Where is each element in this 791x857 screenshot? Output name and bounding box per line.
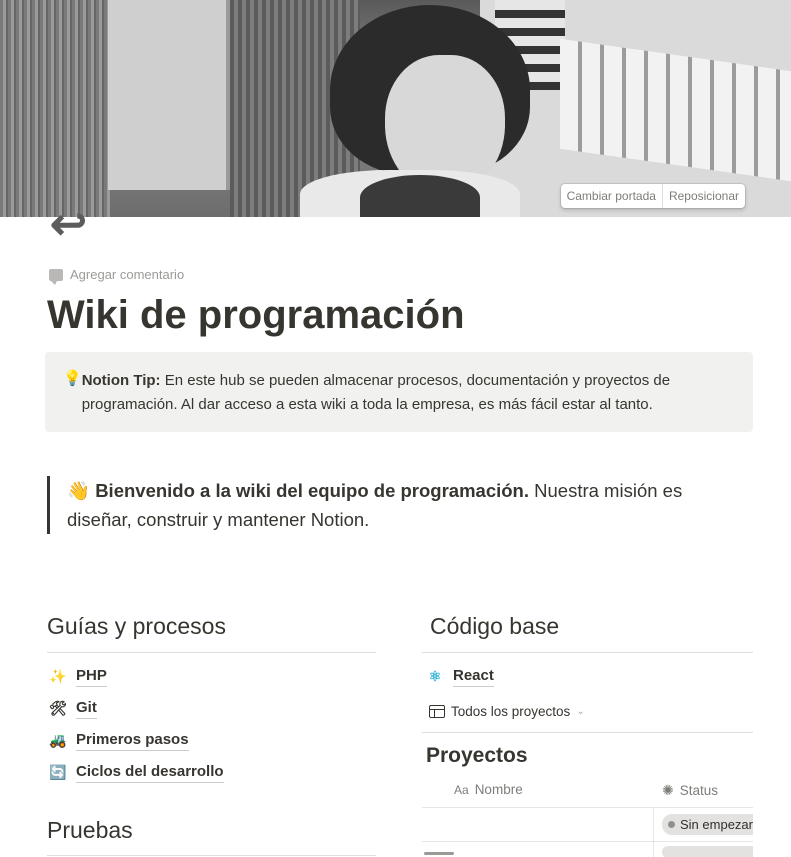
guides-heading[interactable]: Guías y procesos — [47, 613, 376, 653]
page-cover: Cambiar portada Reposicionar — [0, 0, 791, 217]
callout-bold: Notion Tip: — [81, 372, 161, 389]
text-property-icon: Aa — [454, 782, 469, 797]
page-link-label: PHP — [76, 666, 107, 687]
divider — [422, 732, 753, 733]
view-label: Todos los proyectos — [451, 704, 571, 719]
status-badge[interactable]: Sin empezar — [662, 814, 753, 835]
page-link-label: React — [453, 666, 494, 687]
status-badge[interactable] — [662, 846, 753, 857]
codebase-heading[interactable]: Código base — [422, 613, 753, 653]
callout-body: En este hub se pueden almacenar procesos… — [81, 372, 671, 413]
chevron-down-icon: ⌄ — [576, 706, 585, 717]
page-link-git[interactable]: 🛠 Git — [48, 698, 97, 719]
waving-hand-icon: 👋 — [67, 480, 91, 501]
page-title[interactable]: Wiki de programación — [47, 293, 465, 338]
quote-bold: Bienvenido a la wiki del equipo de progr… — [95, 480, 529, 501]
page-link-label: Primeros pasos — [76, 730, 189, 751]
tools-icon: 🛠 — [49, 700, 67, 716]
column-header-status[interactable]: ✺ Status — [662, 782, 718, 799]
change-cover-button[interactable]: Cambiar portada — [561, 184, 662, 208]
table-row[interactable] — [424, 848, 469, 857]
database-view-selector[interactable]: Todos los proyectos ⌄ — [429, 704, 585, 719]
table-icon — [429, 705, 445, 718]
table-header-divider — [422, 807, 753, 808]
tractor-icon: 🚜 — [49, 732, 67, 748]
page-link-label: Ciclos del desarrollo — [76, 762, 224, 783]
page-link-react[interactable]: ⚛ React — [425, 666, 494, 687]
add-comment-button[interactable]: Agregar comentario — [49, 267, 185, 285]
sparkles-icon: ✨ — [49, 668, 67, 684]
status-property-icon: ✺ — [662, 782, 674, 798]
callout-block[interactable]: 💡 Notion Tip: En este hub se pueden alma… — [45, 352, 753, 432]
react-icon: ⚛ — [428, 668, 442, 684]
database-title[interactable]: Proyectos — [426, 744, 528, 768]
table-column-divider — [653, 808, 654, 857]
callout-text: Notion Tip: En este hub se pueden almace… — [82, 369, 733, 432]
add-comment-label: Agregar comentario — [70, 267, 185, 282]
cover-actions: Cambiar portada Reposicionar — [560, 184, 745, 208]
page-link-primeros-pasos[interactable]: 🚜 Primeros pasos — [48, 730, 189, 751]
column-label: Nombre — [474, 782, 523, 797]
reposition-button[interactable]: Reposicionar — [661, 184, 745, 208]
page-icon[interactable]: ↩ — [50, 200, 112, 250]
lightbulb-icon[interactable]: 💡 — [63, 369, 82, 432]
quote-block[interactable]: 👋 Bienvenido a la wiki del equipo de pro… — [47, 476, 747, 534]
status-dot-icon — [668, 821, 675, 828]
table-row-divider — [422, 841, 753, 842]
column-header-name[interactable]: Aa Nombre — [454, 782, 523, 797]
column-label: Status — [679, 783, 719, 798]
comment-icon — [49, 268, 63, 285]
page-link-ciclos[interactable]: 🔄 Ciclos del desarrollo — [48, 762, 224, 783]
status-label: Sin empezar — [680, 817, 753, 832]
tests-heading[interactable]: Pruebas — [47, 817, 376, 856]
page-link-php[interactable]: ✨ PHP — [48, 666, 107, 687]
page-link-label: Git — [76, 698, 97, 719]
cycle-icon: 🔄 — [49, 764, 67, 780]
